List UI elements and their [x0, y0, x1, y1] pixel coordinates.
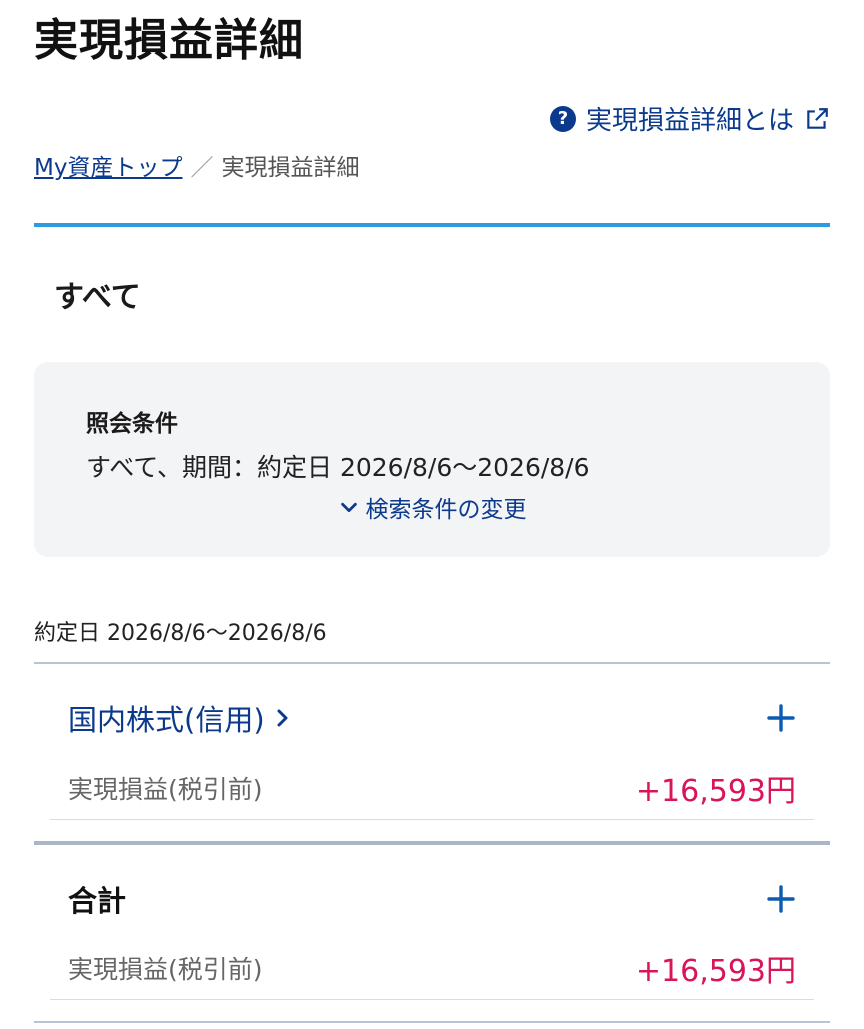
row-divider — [50, 819, 814, 820]
external-link-icon — [807, 107, 828, 129]
search-condition-panel: 照会条件 すべて、期間：約定日 2026/8/6〜2026/8/6 検索条件の変… — [34, 362, 830, 557]
page-title: 実現損益詳細 — [34, 15, 304, 66]
total-label: 合計 — [68, 884, 127, 918]
metric-row-total: 実現損益(税引前) +16,593円 — [68, 946, 796, 990]
filter-section-label: すべて — [54, 280, 141, 315]
page: 実現損益詳細 ? 実現損益詳細とは My資産トップ ／ 実現損益詳細 すべて 照… — [0, 0, 864, 1029]
breadcrumb-my-asset-top[interactable]: My資産トップ — [34, 148, 182, 182]
chevron-down-icon — [340, 502, 357, 513]
breadcrumb-current: 実現損益詳細 — [221, 155, 360, 181]
metric-value: +16,593円 — [635, 954, 796, 989]
question-circle-icon: ? — [549, 105, 576, 132]
metric-label: 実現損益(税引前) — [68, 775, 263, 804]
expand-plus-icon[interactable] — [766, 884, 796, 914]
results-bottom-divider — [34, 1021, 830, 1023]
category-row-total: 合計 — [68, 878, 796, 920]
condition-text: すべて、期間：約定日 2026/8/6〜2026/8/6 — [86, 453, 590, 482]
metric-row-domestic-margin: 実現損益(税引前) +16,593円 — [68, 766, 796, 810]
change-search-condition-label: 検索条件の変更 — [365, 497, 527, 523]
result-date-range: 約定日 2026/8/6〜2026/8/6 — [34, 621, 327, 646]
breadcrumb-separator: ／ — [190, 155, 214, 181]
metric-label: 実現損益(税引前) — [68, 955, 263, 984]
help-link-label: 実現損益詳細とは — [585, 106, 794, 136]
chevron-right-icon — [277, 709, 288, 727]
section-divider — [34, 223, 830, 227]
metric-value: +16,593円 — [635, 774, 796, 809]
help-link[interactable]: ? 実現損益詳細とは — [549, 100, 830, 137]
breadcrumb: My資産トップ ／ 実現損益詳細 — [34, 148, 359, 182]
condition-title: 照会条件 — [86, 411, 178, 437]
category-row-domestic-margin: 国内株式(信用) — [68, 697, 796, 739]
change-search-condition-button[interactable]: 検索条件の変更 — [34, 490, 830, 524]
category-label: 国内株式(信用) — [68, 703, 265, 737]
total-divider — [34, 841, 830, 845]
results-top-divider — [34, 662, 830, 664]
row-divider — [50, 999, 814, 1000]
expand-plus-icon[interactable] — [766, 703, 796, 733]
category-link-domestic-margin[interactable]: 国内株式(信用) — [68, 697, 291, 739]
